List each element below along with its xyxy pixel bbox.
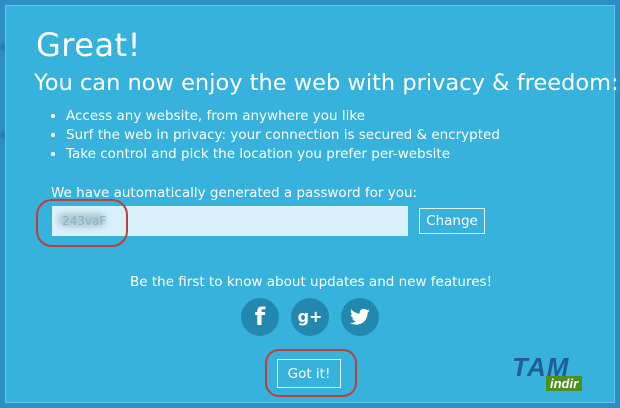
feature-list: Access any website, from anywhere you li… [48,107,500,164]
modal-title: Great! [36,26,141,64]
twitter-button[interactable] [341,298,379,336]
watermark-logo: TAM indir [512,352,610,398]
feature-item: Access any website, from anywhere you li… [66,107,500,126]
newsletter-text: Be the first to know about updates and n… [130,274,492,290]
change-password-button[interactable]: Change [419,208,485,234]
feature-item: Surf the web in privacy: your connection… [66,126,500,145]
feature-item: Take control and pick the location you p… [66,145,500,164]
google-plus-button[interactable]: g+ [291,298,329,336]
welcome-modal: Great! You can now enjoy the web with pr… [5,5,619,403]
facebook-icon: f [254,303,266,331]
twitter-icon [350,308,370,325]
facebook-button[interactable]: f [241,298,279,336]
password-highlight-circle [36,199,128,247]
modal-subtitle: You can now enjoy the web with privacy &… [34,70,619,96]
got-it-highlight-circle [265,349,357,397]
google-plus-icon: g+ [297,307,323,326]
watermark-sub-text: indir [546,376,583,391]
